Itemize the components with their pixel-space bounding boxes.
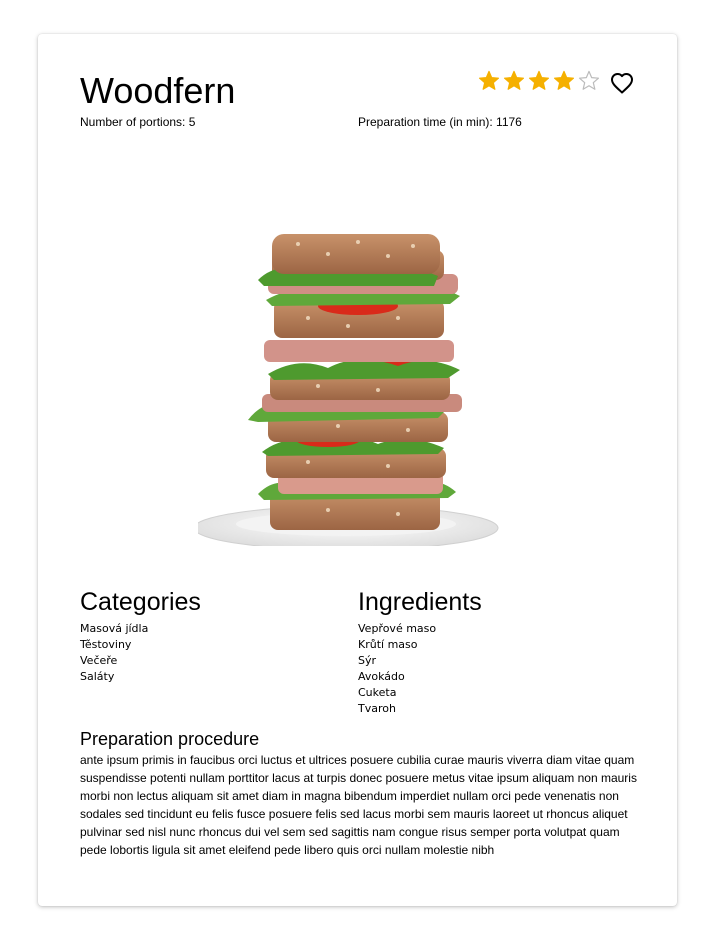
procedure-heading: Preparation procedure: [80, 729, 260, 749]
category-item: Masová jídla: [80, 622, 149, 635]
ingredient-item: Vepřové maso: [358, 622, 437, 635]
rating-stars[interactable]: [478, 70, 603, 94]
preparation-time: Preparation time (in min): 1176: [358, 115, 522, 129]
recipe-card: Woodfern Number of portions: 5 Preparati…: [38, 34, 677, 906]
heart-outline-icon[interactable]: [610, 72, 634, 94]
ingredients-list: Vepřové maso Krůtí maso Sýr Avokádo Cuke…: [358, 621, 436, 717]
ingredient-item: Avokádo: [358, 670, 405, 683]
star-empty-icon[interactable]: [578, 70, 600, 92]
ingredients-heading: Ingredients: [358, 588, 482, 616]
ingredient-item: Cuketa: [358, 686, 397, 699]
recipe-title: Woodfern: [80, 70, 236, 111]
category-item: Večeře: [80, 654, 118, 667]
ingredient-item: Krůtí maso: [358, 638, 418, 651]
portions-count: Number of portions: 5: [80, 115, 196, 129]
recipe-photo: [198, 234, 499, 546]
categories-list: Masová jídla Těstoviny Večeře Saláty: [80, 621, 148, 685]
star-filled-icon[interactable]: [503, 70, 525, 92]
categories-heading: Categories: [80, 588, 201, 616]
star-filled-icon[interactable]: [553, 70, 575, 92]
ingredient-item: Tvaroh: [358, 702, 396, 715]
procedure-text: ante ipsum primis in faucibus orci luctu…: [80, 753, 637, 857]
ingredient-item: Sýr: [358, 654, 377, 667]
star-filled-icon[interactable]: [528, 70, 550, 92]
category-item: Saláty: [80, 670, 115, 683]
star-filled-icon[interactable]: [478, 70, 500, 92]
category-item: Těstoviny: [80, 638, 132, 651]
